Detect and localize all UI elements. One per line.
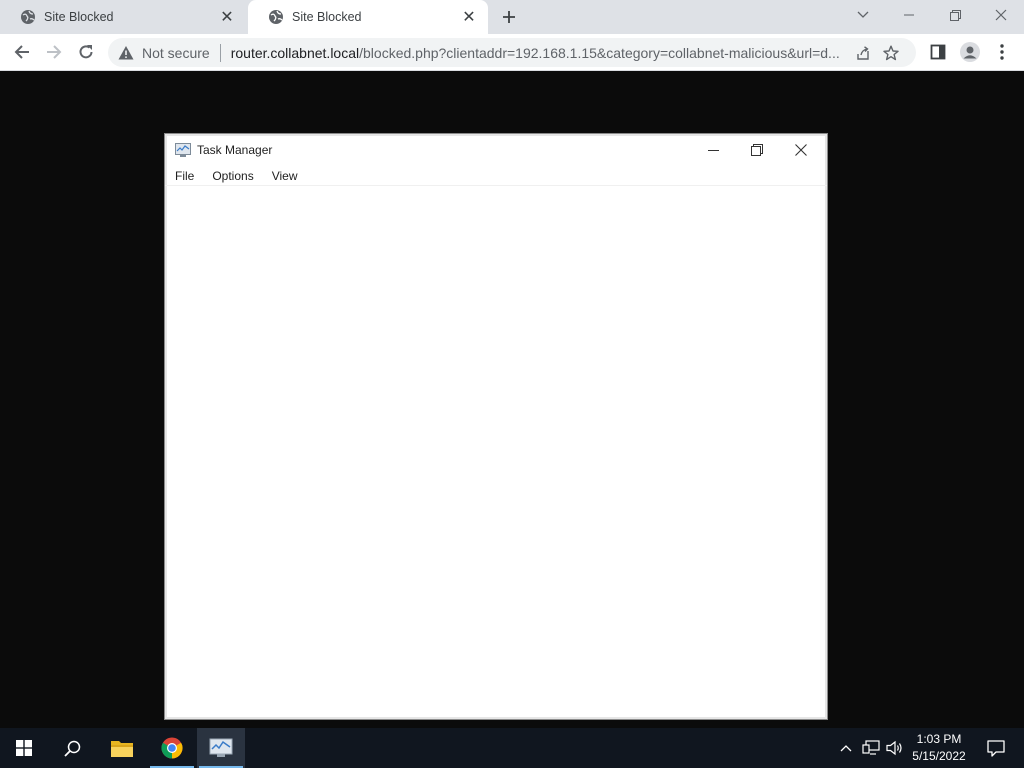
windows-logo-icon xyxy=(16,740,32,756)
url-text[interactable]: router.collabnet.local/blocked.php?clien… xyxy=(231,45,849,61)
network-icon xyxy=(862,740,880,755)
notification-icon xyxy=(987,739,1005,757)
close-window-button[interactable] xyxy=(978,0,1024,30)
plus-icon xyxy=(503,11,515,23)
window-title: Task Manager xyxy=(197,143,273,157)
chrome-icon xyxy=(161,737,183,759)
forward-button[interactable] xyxy=(40,38,68,66)
task-manager-window: Task Manager File Options View xyxy=(164,133,828,720)
star-icon xyxy=(883,45,899,60)
task-manager-titlebar[interactable]: Task Manager xyxy=(165,134,827,166)
file-explorer-button[interactable] xyxy=(98,728,146,768)
forward-arrow-icon xyxy=(47,45,62,59)
tab-site-blocked-2[interactable]: Site Blocked ✕ xyxy=(248,0,488,34)
chevron-up-icon xyxy=(840,745,852,752)
close-button[interactable] xyxy=(779,134,823,166)
url-host: router.collabnet.local xyxy=(230,44,360,61)
browser-toolbar: Not secure router.collabnet.local/blocke… xyxy=(0,34,1024,71)
close-tab-icon[interactable]: ✕ xyxy=(218,8,236,26)
share-icon xyxy=(857,45,869,60)
taskbar: 1:03 PM 5/15/2022 xyxy=(0,728,1024,768)
more-vertical-icon xyxy=(1000,44,1004,60)
close-icon xyxy=(795,144,807,156)
minimize-button[interactable] xyxy=(691,134,735,166)
tab-title: Site Blocked xyxy=(44,10,114,24)
task-manager-content xyxy=(168,187,824,715)
tab-strip: Site Blocked ✕ Site Blocked ✕ xyxy=(0,0,1024,34)
address-bar[interactable]: Not secure router.collabnet.local/blocke… xyxy=(108,38,916,67)
taskbar-clock[interactable]: 1:03 PM 5/15/2022 xyxy=(904,731,974,765)
menu-view[interactable]: View xyxy=(270,168,300,184)
task-manager-icon xyxy=(175,143,191,157)
reload-icon xyxy=(79,45,93,59)
back-arrow-icon xyxy=(14,45,29,59)
restore-button[interactable] xyxy=(932,0,978,30)
minimize-button[interactable] xyxy=(886,0,932,30)
restore-icon xyxy=(751,144,763,156)
profile-button[interactable] xyxy=(956,38,984,66)
back-button[interactable] xyxy=(8,38,36,66)
warning-icon[interactable] xyxy=(118,45,134,61)
side-panel-button[interactable] xyxy=(924,38,952,66)
start-button[interactable] xyxy=(0,728,48,768)
tab-site-blocked-1[interactable]: Site Blocked ✕ xyxy=(0,0,246,34)
file-explorer-icon xyxy=(111,741,133,757)
share-button[interactable] xyxy=(849,39,877,67)
task-manager-icon xyxy=(209,738,233,757)
volume-button[interactable] xyxy=(884,728,906,768)
not-secure-label[interactable]: Not secure xyxy=(142,45,210,61)
search-button[interactable] xyxy=(48,728,96,768)
globe-icon xyxy=(269,10,283,24)
tab-title: Site Blocked xyxy=(292,10,362,24)
clock-date: 5/15/2022 xyxy=(912,749,966,763)
tab-search-button[interactable] xyxy=(840,0,886,30)
show-hidden-icons-button[interactable] xyxy=(836,728,856,768)
bookmark-button[interactable] xyxy=(877,39,905,67)
new-tab-button[interactable] xyxy=(497,6,521,28)
menu-bar: File Options View xyxy=(165,166,827,186)
volume-icon xyxy=(886,740,902,756)
close-icon xyxy=(995,9,1007,21)
minimize-icon xyxy=(904,14,914,16)
globe-icon xyxy=(21,10,35,24)
task-manager-taskbar-button[interactable] xyxy=(197,728,245,768)
close-tab-icon[interactable]: ✕ xyxy=(460,8,478,26)
reload-button[interactable] xyxy=(72,38,100,66)
menu-options[interactable]: Options xyxy=(210,168,255,184)
search-icon xyxy=(63,740,80,757)
restore-icon xyxy=(949,9,961,21)
address-separator xyxy=(219,43,221,62)
maximize-button[interactable] xyxy=(735,134,779,166)
network-button[interactable] xyxy=(860,728,882,768)
chevron-down-icon xyxy=(857,11,869,18)
minimize-icon xyxy=(707,149,719,151)
chrome-button[interactable] xyxy=(148,728,196,768)
url-path: /blocked.php?clientaddr=192.168.1.15&cat… xyxy=(359,44,840,61)
menu-file[interactable]: File xyxy=(173,168,196,184)
menu-button[interactable] xyxy=(988,38,1016,66)
side-panel-icon xyxy=(930,44,946,60)
profile-avatar-icon xyxy=(960,42,980,62)
action-center-button[interactable] xyxy=(976,728,1016,768)
clock-time: 1:03 PM xyxy=(916,732,962,746)
